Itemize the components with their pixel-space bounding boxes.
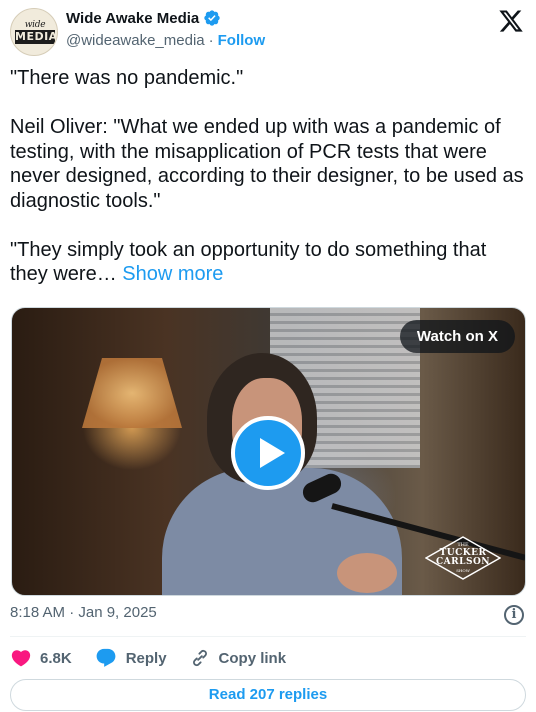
avatar[interactable]: wide awake MEDIA: [10, 8, 58, 56]
reply-bubble-icon: [96, 648, 116, 667]
play-icon: [260, 438, 285, 468]
tweet-header: wide awake MEDIA Wide Awake Media @widea…: [10, 6, 526, 56]
avatar-logo-box: MEDIA: [15, 30, 58, 44]
info-icon[interactable]: i: [504, 605, 524, 625]
tweet-text: "There was no pandemic." Neil Oliver: "W…: [10, 66, 526, 287]
display-name[interactable]: Wide Awake Media: [66, 10, 199, 27]
name-line: Wide Awake Media: [66, 9, 221, 27]
video-player[interactable]: Watch on X THE TUCKER CARLSON SHOW: [11, 307, 526, 596]
like-button[interactable]: 6.8K: [10, 647, 72, 669]
like-count: 6.8K: [40, 649, 72, 667]
handle-line: @wideawake_media · Follow: [66, 32, 265, 49]
timestamp[interactable]: 8:18 AM · Jan 9, 2025: [10, 604, 157, 621]
play-button[interactable]: [231, 416, 305, 490]
link-icon: [192, 649, 207, 667]
tweet-paragraph-3-text: "They simply took an opportunity to do s…: [10, 238, 492, 286]
tweet-paragraph-1: "There was no pandemic.": [10, 67, 244, 89]
separator-dot: ·: [208, 32, 214, 49]
show-more-link[interactable]: Show more: [122, 263, 223, 285]
reply-label: Reply: [125, 649, 167, 667]
action-bar: 6.8K Reply Copy link: [10, 644, 308, 672]
copy-link-label: Copy link: [218, 649, 287, 667]
read-replies-button[interactable]: Read 207 replies: [10, 679, 526, 711]
divider: [10, 636, 526, 637]
copy-link-button[interactable]: Copy link: [189, 647, 287, 669]
handle[interactable]: @wideawake_media: [66, 32, 205, 49]
follow-link[interactable]: Follow: [218, 32, 266, 49]
show-logo: THE TUCKER CARLSON SHOW: [425, 536, 501, 580]
watch-on-x-button[interactable]: Watch on X: [399, 320, 515, 353]
verified-badge-icon: [203, 9, 221, 27]
reply-button[interactable]: Reply: [94, 647, 167, 669]
heart-icon: [11, 650, 31, 667]
tweet-paragraph-3: "They simply took an opportunity to do s…: [10, 238, 526, 287]
x-logo-icon[interactable]: [498, 8, 524, 34]
tweet-paragraph-2: Neil Oliver: "What we ended up with was …: [10, 116, 530, 212]
